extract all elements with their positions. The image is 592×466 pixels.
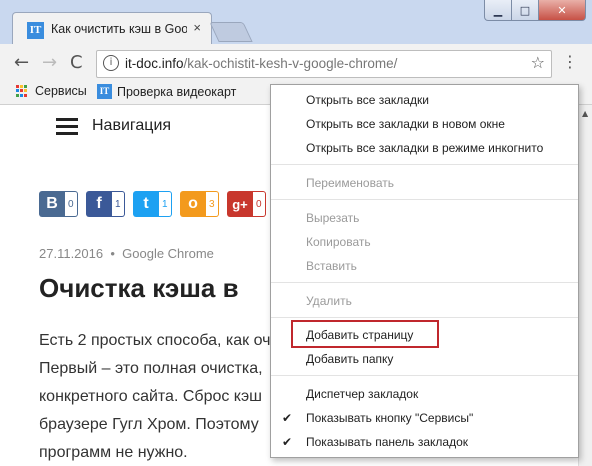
- page-title: Очистка кэша в: [39, 273, 239, 303]
- share-odnoklassniki[interactable]: о 3: [180, 191, 219, 219]
- menu-bookmark-manager[interactable]: Диспетчер закладок: [306, 387, 418, 401]
- page-scrollbar[interactable]: ▲: [578, 105, 592, 466]
- menu-add-page[interactable]: Добавить страницу: [306, 328, 413, 342]
- bookmark-videocard[interactable]: IT Проверка видеокарт: [97, 84, 236, 99]
- share-facebook[interactable]: f 1: [86, 191, 125, 219]
- menu-rename: Переименовать: [306, 176, 394, 190]
- menu-open-all-bookmarks[interactable]: Открыть все закладки: [306, 93, 429, 107]
- google-plus-icon: g+: [227, 191, 253, 217]
- share-twitter[interactable]: t 1: [133, 191, 172, 219]
- site-favicon-icon: IT: [97, 84, 112, 99]
- address-bar[interactable]: i it-doc.info/kak-ochistit-kesh-v-google…: [96, 50, 552, 78]
- maximize-icon: □: [519, 3, 531, 17]
- menu-open-all-new-window[interactable]: Открыть все закладки в новом окне: [306, 117, 505, 131]
- title-bar: ▁ □ ✕ IT Как очистить кэш в Goo ×: [0, 0, 592, 46]
- reload-button[interactable]: C: [70, 52, 83, 73]
- twitter-icon: t: [133, 191, 159, 217]
- menu-separator: [271, 282, 578, 283]
- checkmark-icon: ✔: [282, 435, 293, 449]
- tab-close-icon[interactable]: ×: [193, 20, 201, 35]
- close-icon: ✕: [557, 3, 567, 17]
- maximize-button[interactable]: □: [512, 0, 539, 21]
- menu-separator: [271, 199, 578, 200]
- post-meta: 27.11.2016 • Google Chrome: [39, 246, 214, 261]
- tab-title: Как очистить кэш в Goo: [51, 22, 187, 36]
- menu-separator: [271, 375, 578, 376]
- new-tab-button[interactable]: [209, 22, 253, 42]
- info-icon[interactable]: i: [103, 55, 119, 71]
- forward-button[interactable]: →: [42, 52, 57, 73]
- menu-cut: Вырезать: [306, 211, 360, 225]
- close-window-button[interactable]: ✕: [539, 0, 586, 21]
- menu-separator: [271, 317, 578, 318]
- odnoklassniki-icon: о: [180, 191, 206, 217]
- menu-copy: Копировать: [306, 235, 371, 249]
- site-favicon-icon: IT: [27, 22, 44, 39]
- checkmark-icon: ✔: [282, 411, 293, 425]
- bookmark-services[interactable]: Сервисы: [16, 84, 87, 98]
- url-host: it-doc.info: [125, 56, 184, 71]
- apps-grid-icon: [16, 84, 29, 98]
- browser-toolbar: ← → C i it-doc.info/kak-ochistit-kesh-v-…: [0, 44, 592, 80]
- share-vk[interactable]: В 0: [39, 191, 78, 219]
- bookmark-star-icon[interactable]: ☆: [531, 53, 545, 72]
- menu-separator: [271, 164, 578, 165]
- share-count: 1: [159, 191, 172, 217]
- browser-tab[interactable]: IT Как очистить кэш в Goo ×: [12, 12, 212, 46]
- meta-separator: •: [110, 246, 115, 261]
- hamburger-menu-icon[interactable]: [56, 118, 78, 139]
- menu-show-bookmarks-bar[interactable]: Показывать панель закладок: [306, 435, 468, 449]
- scroll-up-icon[interactable]: ▲: [582, 109, 588, 118]
- chrome-menu-icon[interactable]: ⋮: [562, 52, 578, 71]
- bookmark-context-menu: Открыть все закладки Открыть все закладк…: [270, 84, 579, 458]
- navigation-label[interactable]: Навигация: [92, 117, 171, 135]
- menu-add-folder[interactable]: Добавить папку: [306, 352, 393, 366]
- back-button[interactable]: ←: [14, 52, 29, 73]
- share-google-plus[interactable]: g+ 0: [227, 191, 266, 219]
- share-count: 1: [112, 191, 125, 217]
- post-date: 27.11.2016: [39, 246, 104, 261]
- menu-paste: Вставить: [306, 259, 357, 273]
- window-controls: ▁ □ ✕: [484, 0, 586, 21]
- facebook-icon: f: [86, 191, 112, 217]
- share-count: 0: [253, 191, 266, 217]
- minimize-icon: ▁: [493, 3, 503, 17]
- post-category[interactable]: Google Chrome: [122, 246, 214, 261]
- minimize-button[interactable]: ▁: [484, 0, 512, 21]
- url-path: /kak-ochistit-kesh-v-google-chrome/: [183, 56, 398, 71]
- share-count: 0: [65, 191, 78, 217]
- vk-icon: В: [39, 191, 65, 217]
- bookmark-label: Проверка видеокарт: [117, 84, 237, 99]
- menu-open-all-incognito[interactable]: Открыть все закладки в режиме инкогнито: [306, 141, 543, 155]
- menu-show-services-button[interactable]: Показывать кнопку "Сервисы": [306, 411, 473, 425]
- share-count: 3: [206, 191, 219, 217]
- url-text[interactable]: it-doc.info/kak-ochistit-kesh-v-google-c…: [125, 56, 397, 71]
- menu-delete: Удалить: [306, 294, 352, 308]
- bookmark-label: Сервисы: [35, 84, 87, 98]
